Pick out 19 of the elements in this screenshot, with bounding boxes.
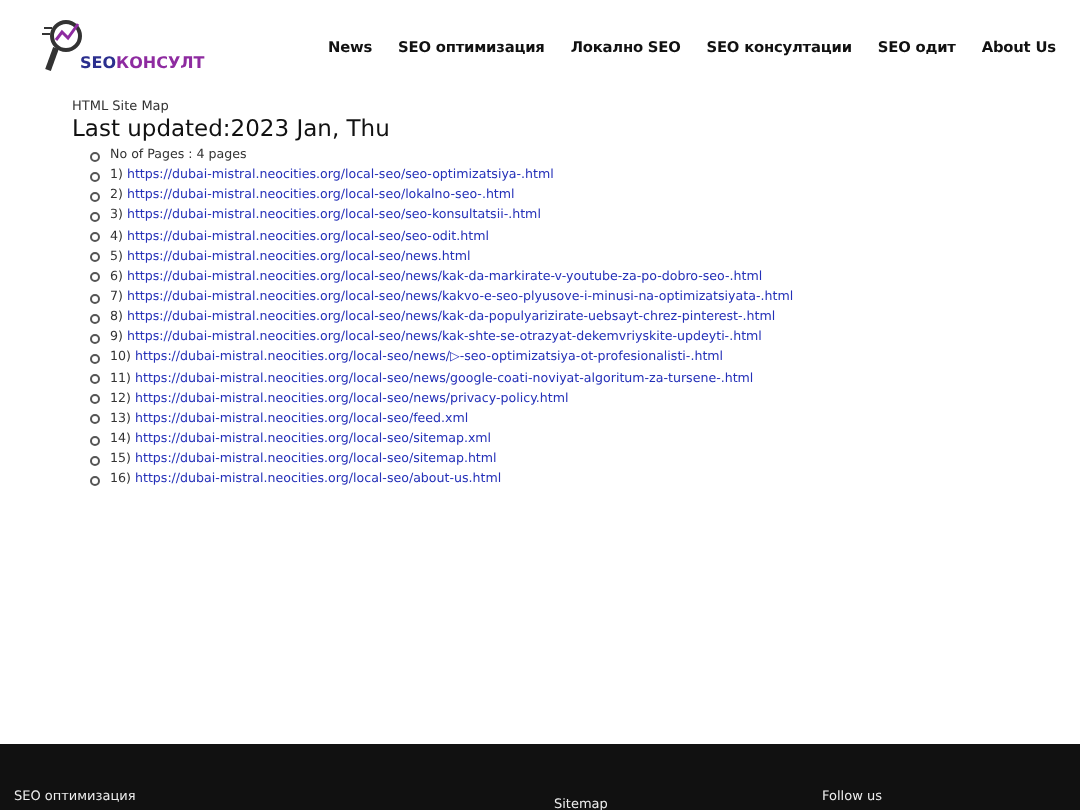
bullet-icon — [90, 313, 100, 324]
bullet-icon — [90, 394, 100, 405]
bullet-icon — [90, 272, 100, 283]
bullet-icon — [90, 232, 100, 243]
logo-text[interactable]: SEOКОНСУЛТ — [80, 54, 205, 72]
bullet-icon — [90, 293, 100, 304]
bullet-icon — [90, 333, 100, 344]
bullet-icon — [90, 414, 100, 425]
bullet-icon — [90, 252, 100, 263]
bullet-icon — [90, 435, 100, 446]
bullet-icon — [90, 353, 100, 364]
bullet-icon — [90, 151, 100, 162]
bullet-icon — [90, 475, 100, 486]
bullet-icon — [90, 211, 100, 222]
page-title: Last updated:2023 Jan, Thu — [72, 114, 392, 142]
bullet-icon — [90, 455, 100, 466]
bullet-icon — [90, 374, 100, 385]
bullet-icon — [90, 171, 100, 182]
bullet-icon — [90, 191, 100, 202]
